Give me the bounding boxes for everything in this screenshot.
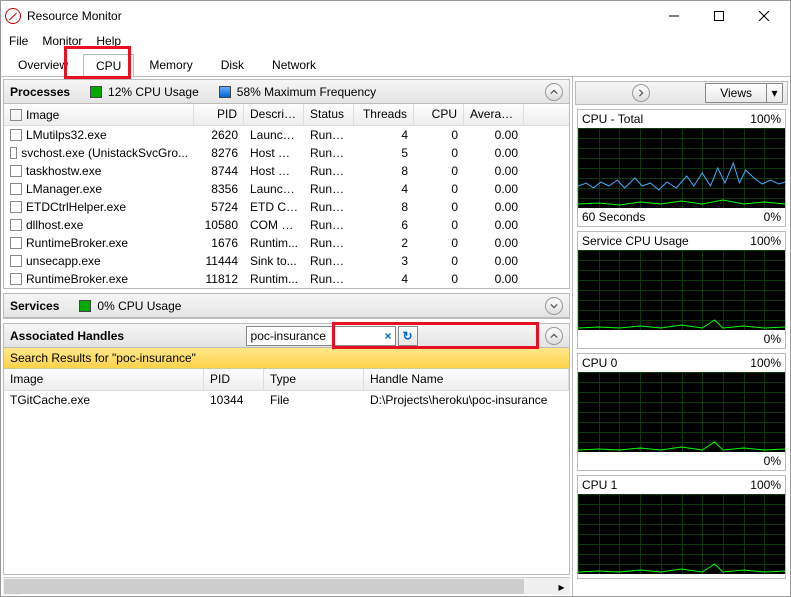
row-checkbox[interactable]: [10, 129, 22, 141]
collapse-processes-button[interactable]: [545, 83, 563, 101]
graph-xaxis: 60 Seconds: [582, 210, 645, 224]
handles-search-input[interactable]: [246, 326, 396, 346]
select-all-checkbox[interactable]: [10, 109, 22, 121]
right-header: Views ▾: [575, 81, 788, 105]
services-title: Services: [10, 299, 59, 313]
graph-title: CPU 1: [582, 478, 617, 492]
tab-network[interactable]: Network: [259, 53, 329, 76]
graph-title: CPU - Total: [582, 112, 643, 126]
process-row[interactable]: unsecapp.exe11444Sink to...Runni...300.0…: [4, 252, 569, 270]
graph-canvas: [578, 250, 785, 330]
collapse-graphs-button[interactable]: [632, 84, 650, 102]
clear-search-icon[interactable]: ×: [385, 329, 392, 343]
row-checkbox[interactable]: [10, 237, 22, 249]
graph-max: 100%: [750, 112, 781, 126]
processes-panel: Processes 12% CPU Usage 58% Maximum Freq…: [3, 79, 570, 289]
menu-help[interactable]: Help: [96, 34, 121, 48]
graph-title: CPU 0: [582, 356, 617, 370]
tabstrip: Overview CPU Memory Disk Network: [1, 51, 790, 77]
graph-service-cpu-usage: Service CPU Usage 100% 0%: [577, 231, 786, 349]
processes-rows: LMutilps32.exe2620Launch...Runni...400.0…: [4, 126, 569, 288]
max-freq-icon: [219, 86, 231, 98]
handle-row[interactable]: TGitCache.exe10344FileD:\Projects\heroku…: [4, 391, 569, 409]
titlebar: Resource Monitor: [1, 1, 790, 31]
handles-panel: Associated Handles × ↻ Search Results fo…: [3, 323, 570, 575]
process-row[interactable]: svchost.exe (UnistackSvcGro...8276Host P…: [4, 144, 569, 162]
graph-cpu-0: CPU 0 100% 0%: [577, 353, 786, 471]
graph-min: 0%: [764, 454, 781, 468]
menu-monitor[interactable]: Monitor: [42, 34, 82, 48]
processes-title: Processes: [10, 85, 70, 99]
graph-cpu-total: CPU - Total 100% 60 Seconds 0%: [577, 109, 786, 227]
row-checkbox[interactable]: [10, 201, 22, 213]
close-button[interactable]: [741, 1, 786, 31]
graph-title: Service CPU Usage: [582, 234, 689, 248]
row-checkbox[interactable]: [10, 273, 22, 285]
process-row[interactable]: RuntimeBroker.exe11812Runtim...Runni...4…: [4, 270, 569, 288]
app-icon: [5, 8, 21, 24]
cpu-usage-icon: [90, 86, 102, 98]
services-cpu-stat: 0% CPU Usage: [79, 299, 181, 313]
graph-max: 100%: [750, 478, 781, 492]
collapse-handles-button[interactable]: [545, 327, 563, 345]
process-row[interactable]: taskhostw.exe8744Host Pr...Runni...800.0…: [4, 162, 569, 180]
tab-cpu[interactable]: CPU: [83, 54, 134, 77]
search-results-banner: Search Results for "poc-insurance": [4, 348, 569, 369]
refresh-search-button[interactable]: ↻: [398, 326, 418, 346]
graph-canvas: [578, 494, 785, 574]
maximize-button[interactable]: [696, 1, 741, 31]
graph-max: 100%: [750, 234, 781, 248]
handles-rows: TGitCache.exe10344FileD:\Projects\heroku…: [4, 391, 569, 574]
tab-disk[interactable]: Disk: [208, 53, 257, 76]
services-cpu-icon: [79, 300, 91, 312]
scroll-right-arrow[interactable]: ▸: [553, 578, 570, 595]
handles-columns: Image PID Type Handle Name: [4, 369, 569, 391]
scroll-thumb[interactable]: [4, 579, 524, 594]
graph-canvas: [578, 372, 785, 452]
graph-cpu-1: CPU 1 100%: [577, 475, 786, 579]
window-title: Resource Monitor: [27, 9, 651, 23]
row-checkbox[interactable]: [10, 255, 22, 267]
services-header[interactable]: Services 0% CPU Usage: [4, 294, 569, 318]
expand-services-button[interactable]: [545, 297, 563, 315]
handles-title: Associated Handles: [10, 329, 124, 343]
graph-min: 0%: [764, 332, 781, 346]
processes-columns: Image PID Descrip... Status Threads CPU …: [4, 104, 569, 126]
processes-header[interactable]: Processes 12% CPU Usage 58% Maximum Freq…: [4, 80, 569, 104]
row-checkbox[interactable]: [10, 219, 22, 231]
graph-canvas: [578, 128, 785, 208]
process-row[interactable]: RuntimeBroker.exe1676Runtim...Runni...20…: [4, 234, 569, 252]
process-row[interactable]: ETDCtrlHelper.exe5724ETD Co...Runni...80…: [4, 198, 569, 216]
row-checkbox[interactable]: [10, 165, 22, 177]
process-row[interactable]: LMutilps32.exe2620Launch...Runni...400.0…: [4, 126, 569, 144]
chevron-down-icon: ▾: [767, 83, 783, 103]
row-checkbox[interactable]: [10, 147, 17, 159]
handles-header[interactable]: Associated Handles × ↻: [4, 324, 569, 348]
minimize-button[interactable]: [651, 1, 696, 31]
menu-file[interactable]: File: [9, 34, 28, 48]
graph-max: 100%: [750, 356, 781, 370]
process-row[interactable]: dllhost.exe10580COM S...Runni...600.00: [4, 216, 569, 234]
horizontal-scrollbar[interactable]: ◂ ▸: [3, 577, 570, 594]
graph-min: 0%: [764, 210, 781, 224]
views-dropdown[interactable]: Views ▾: [705, 83, 783, 103]
tab-overview[interactable]: Overview: [5, 53, 81, 76]
cpu-usage-stat: 12% CPU Usage: [90, 85, 199, 99]
max-freq-stat: 58% Maximum Frequency: [219, 85, 376, 99]
tab-memory[interactable]: Memory: [136, 53, 205, 76]
process-row[interactable]: LManager.exe8356Launch...Runni...400.00: [4, 180, 569, 198]
services-panel: Services 0% CPU Usage: [3, 293, 570, 319]
menubar: File Monitor Help: [1, 31, 790, 51]
row-checkbox[interactable]: [10, 183, 22, 195]
